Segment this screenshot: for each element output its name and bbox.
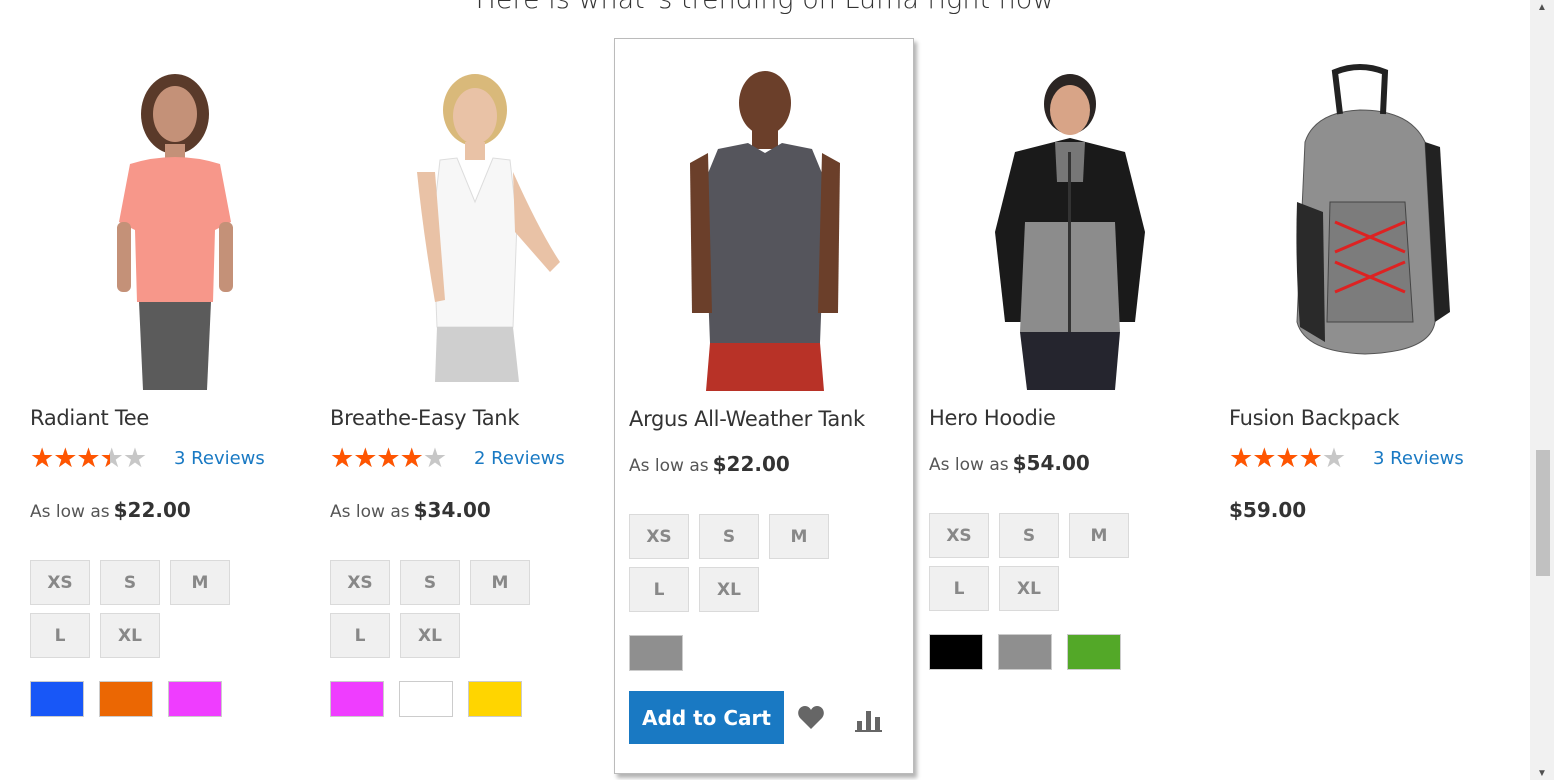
size-option-m[interactable]: M [769, 514, 829, 559]
price-value: $54.00 [1012, 451, 1090, 475]
price-value: $34.00 [413, 498, 491, 522]
product-name[interactable]: Hero Hoodie [929, 406, 1056, 430]
section-heading: Here is what`s trending on Luma right no… [0, 0, 1530, 15]
size-option-xs[interactable]: XS [330, 560, 390, 605]
product-name[interactable]: Radiant Tee [30, 406, 149, 430]
size-option-l[interactable]: L [30, 613, 90, 658]
color-swatch-gray[interactable] [629, 635, 683, 671]
size-option-s[interactable]: S [400, 560, 460, 605]
reviews-link[interactable]: 3 Reviews [174, 448, 265, 469]
price-label: As low as [929, 455, 1009, 475]
product-card-breathe-easy-tank: Breathe-Easy Tank ★★★★★ ★★★★★ 2 Reviews … [315, 38, 615, 774]
scroll-up-arrow-icon[interactable]: ▲ [1536, 2, 1548, 13]
color-swatch-white[interactable] [399, 681, 453, 717]
star-icon: ★★★★★ [330, 444, 424, 472]
product-rating: ★★★★★ ★★★★★ 2 Reviews [330, 444, 565, 472]
rating-stars: ★★★★★ ★★★★★ [1229, 444, 1363, 472]
product-image-radiant-tee[interactable] [35, 52, 305, 390]
rating-stars: ★★★★★ ★★★★★ [330, 444, 464, 472]
add-to-cart-button[interactable]: Add to Cart [629, 691, 784, 744]
price-label: As low as [30, 502, 110, 522]
price-box: As low as $54.00 [929, 451, 1090, 475]
size-option-l[interactable]: L [929, 566, 989, 611]
bar-chart-icon[interactable] [855, 707, 883, 733]
size-option-m[interactable]: M [1069, 513, 1129, 558]
product-rating: ★★★★★ ★★★★★ 3 Reviews [1229, 444, 1464, 472]
price-box: $59.00 [1229, 498, 1306, 522]
heart-icon[interactable] [797, 705, 825, 731]
star-icon: ★★★★★ [1229, 444, 1323, 472]
size-option-xs[interactable]: XS [629, 514, 689, 559]
size-option-s[interactable]: S [999, 513, 1059, 558]
size-option-xl[interactable]: XL [699, 567, 759, 612]
size-option-l[interactable]: L [629, 567, 689, 612]
product-name[interactable]: Breathe-Easy Tank [330, 406, 519, 430]
rating-stars: ★★★★★ ★★★★★ [30, 444, 164, 472]
color-swatch-orange[interactable] [99, 681, 153, 717]
color-swatch-blue[interactable] [30, 681, 84, 717]
product-image-fusion-backpack[interactable] [1235, 52, 1505, 390]
size-option-xs[interactable]: XS [929, 513, 989, 558]
color-swatch-gray[interactable] [998, 634, 1052, 670]
product-card-radiant-tee: Radiant Tee ★★★★★ ★★★★★ 3 Reviews As low… [15, 38, 315, 774]
size-option-m[interactable]: M [470, 560, 530, 605]
price-box: As low as $22.00 [629, 452, 790, 476]
product-rating: ★★★★★ ★★★★★ 3 Reviews [30, 444, 265, 472]
size-option-xl[interactable]: XL [999, 566, 1059, 611]
color-swatch-purple[interactable] [168, 681, 222, 717]
price-value: $22.00 [113, 498, 191, 522]
color-swatch-purple[interactable] [330, 681, 384, 717]
price-label: As low as [330, 502, 410, 522]
product-card-hero-hoodie: Hero Hoodie As low as $54.00 XS S M L XL [915, 38, 1215, 774]
size-option-m[interactable]: M [170, 560, 230, 605]
product-image-breathe-easy-tank[interactable] [335, 52, 605, 390]
product-name[interactable]: Fusion Backpack [1229, 406, 1400, 430]
size-option-xl[interactable]: XL [100, 613, 160, 658]
reviews-link[interactable]: 2 Reviews [474, 448, 565, 469]
color-swatch-black[interactable] [929, 634, 983, 670]
reviews-link[interactable]: 3 Reviews [1373, 448, 1464, 469]
color-swatch-green[interactable] [1067, 634, 1121, 670]
price-box: As low as $22.00 [30, 498, 191, 522]
product-card-argus-all-weather-tank: Argus All-Weather Tank As low as $22.00 X… [614, 38, 914, 774]
price-value: $59.00 [1229, 498, 1307, 522]
product-image-hero-hoodie[interactable] [935, 52, 1205, 390]
product-card-fusion-backpack: Fusion Backpack ★★★★★ ★★★★★ 3 Reviews $5… [1215, 38, 1515, 774]
scroll-down-arrow-icon[interactable]: ▼ [1536, 768, 1548, 779]
price-label: As low as [629, 456, 709, 476]
size-option-s[interactable]: S [100, 560, 160, 605]
star-icon: ★★★★★ [30, 444, 110, 472]
product-name[interactable]: Argus All-Weather Tank [629, 407, 865, 431]
color-swatch-yellow[interactable] [468, 681, 522, 717]
scrollbar-thumb[interactable] [1536, 450, 1550, 576]
product-grid: Radiant Tee ★★★★★ ★★★★★ 3 Reviews As low… [0, 38, 1530, 780]
price-box: As low as $34.00 [330, 498, 491, 522]
size-option-xl[interactable]: XL [400, 613, 460, 658]
size-option-xs[interactable]: XS [30, 560, 90, 605]
price-value: $22.00 [712, 452, 790, 476]
size-option-s[interactable]: S [699, 514, 759, 559]
vertical-scrollbar[interactable]: ▲ ▼ [1530, 0, 1554, 780]
product-image-argus-all-weather-tank[interactable] [630, 53, 900, 391]
size-option-l[interactable]: L [330, 613, 390, 658]
